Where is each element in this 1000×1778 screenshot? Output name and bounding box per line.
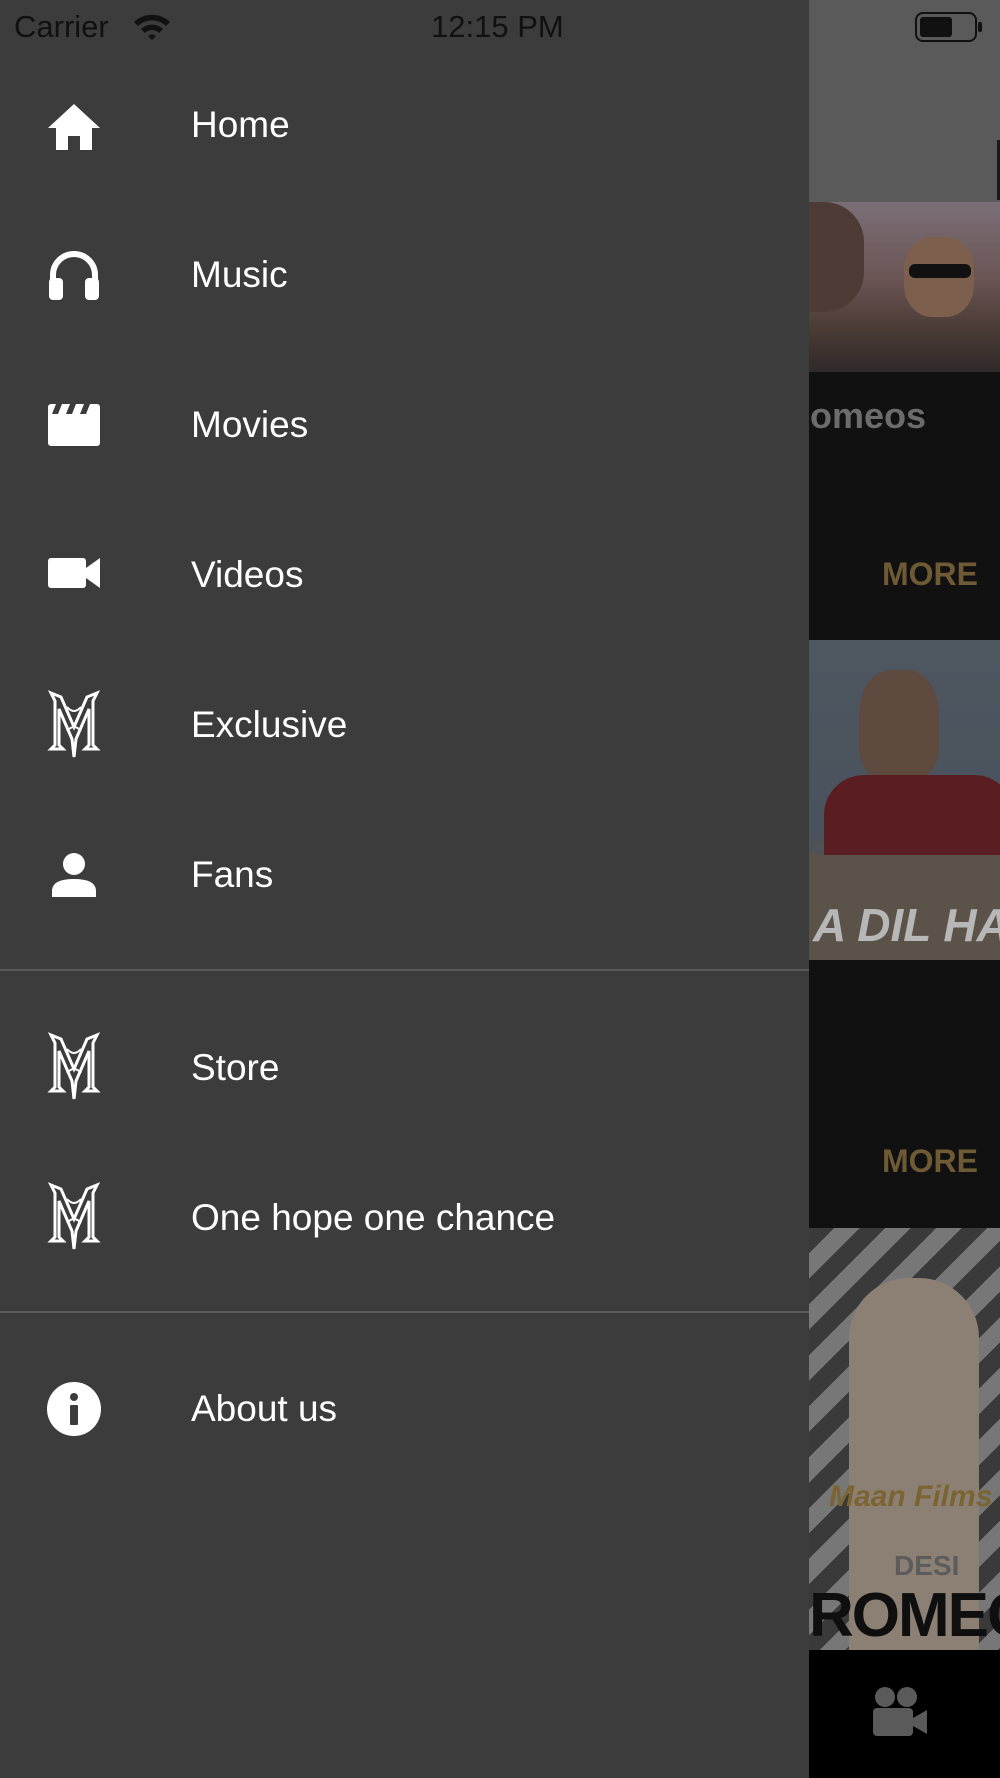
side-drawer: Home Music Movies Videos Exclusive Fans … <box>0 0 809 1778</box>
monogram-logo-icon <box>44 1180 104 1250</box>
drawer-item-label: Fans <box>191 854 274 895</box>
drawer-divider <box>0 969 809 971</box>
more-button[interactable]: MORE <box>882 556 978 593</box>
drawer-item-movies[interactable]: Movies <box>0 352 809 502</box>
monogram-logo-icon <box>44 688 104 758</box>
drawer-item-music[interactable]: Music <box>0 202 809 352</box>
thumbnail-brand: Maan Films <box>829 1480 993 1513</box>
info-icon <box>44 1374 104 1444</box>
thumbnail-title-top: DESI <box>894 1550 960 1581</box>
drawer-item-about-us[interactable]: About us <box>0 1332 809 1482</box>
section-title: omeos <box>810 395 927 436</box>
thumbnail-figure <box>809 202 864 312</box>
drawer-item-label: Videos <box>191 554 304 595</box>
drawer-item-one-hope-one-chance[interactable]: One hope one chance <box>0 1142 809 1292</box>
movie-camera-icon[interactable] <box>871 1686 929 1743</box>
tab-bar <box>809 1650 1000 1778</box>
clapperboard-icon <box>44 390 104 460</box>
person-icon <box>44 840 104 910</box>
home-icon <box>44 92 104 162</box>
monogram-logo-icon <box>44 1030 104 1100</box>
drawer-item-label: Home <box>191 104 290 145</box>
drawer-item-home[interactable]: Home <box>0 52 809 202</box>
videocam-icon <box>44 538 104 608</box>
drawer-item-label: Store <box>191 1047 280 1088</box>
thumbnail-figure <box>859 670 939 780</box>
headphones-icon <box>44 240 104 310</box>
album-thumbnail-1[interactable] <box>809 202 1000 372</box>
movie-thumbnail-3[interactable]: Maan Films DESI ROMEO <box>809 1228 1000 1650</box>
drawer-item-store[interactable]: Store <box>0 992 809 1142</box>
drawer-item-videos[interactable]: Videos <box>0 502 809 652</box>
movie-thumbnail-2[interactable]: A DIL HAI <box>809 640 1000 960</box>
thumbnail-sunglasses <box>909 264 971 278</box>
drawer-item-label: Movies <box>191 404 309 445</box>
drawer-item-exclusive[interactable]: Exclusive <box>0 652 809 802</box>
more-button[interactable]: MORE <box>882 1143 978 1180</box>
thumbnail-caption: A DIL HAI <box>813 899 1000 951</box>
drawer-item-fans[interactable]: Fans <box>0 802 809 952</box>
drawer-item-label: Exclusive <box>191 704 348 745</box>
drawer-item-label: Music <box>191 254 288 295</box>
drawer-item-label: About us <box>191 1388 338 1429</box>
thumbnail-title-bottom: ROMEO <box>809 1581 1000 1650</box>
drawer-item-label: One hope one chance <box>191 1197 556 1238</box>
drawer-divider <box>0 1311 809 1313</box>
